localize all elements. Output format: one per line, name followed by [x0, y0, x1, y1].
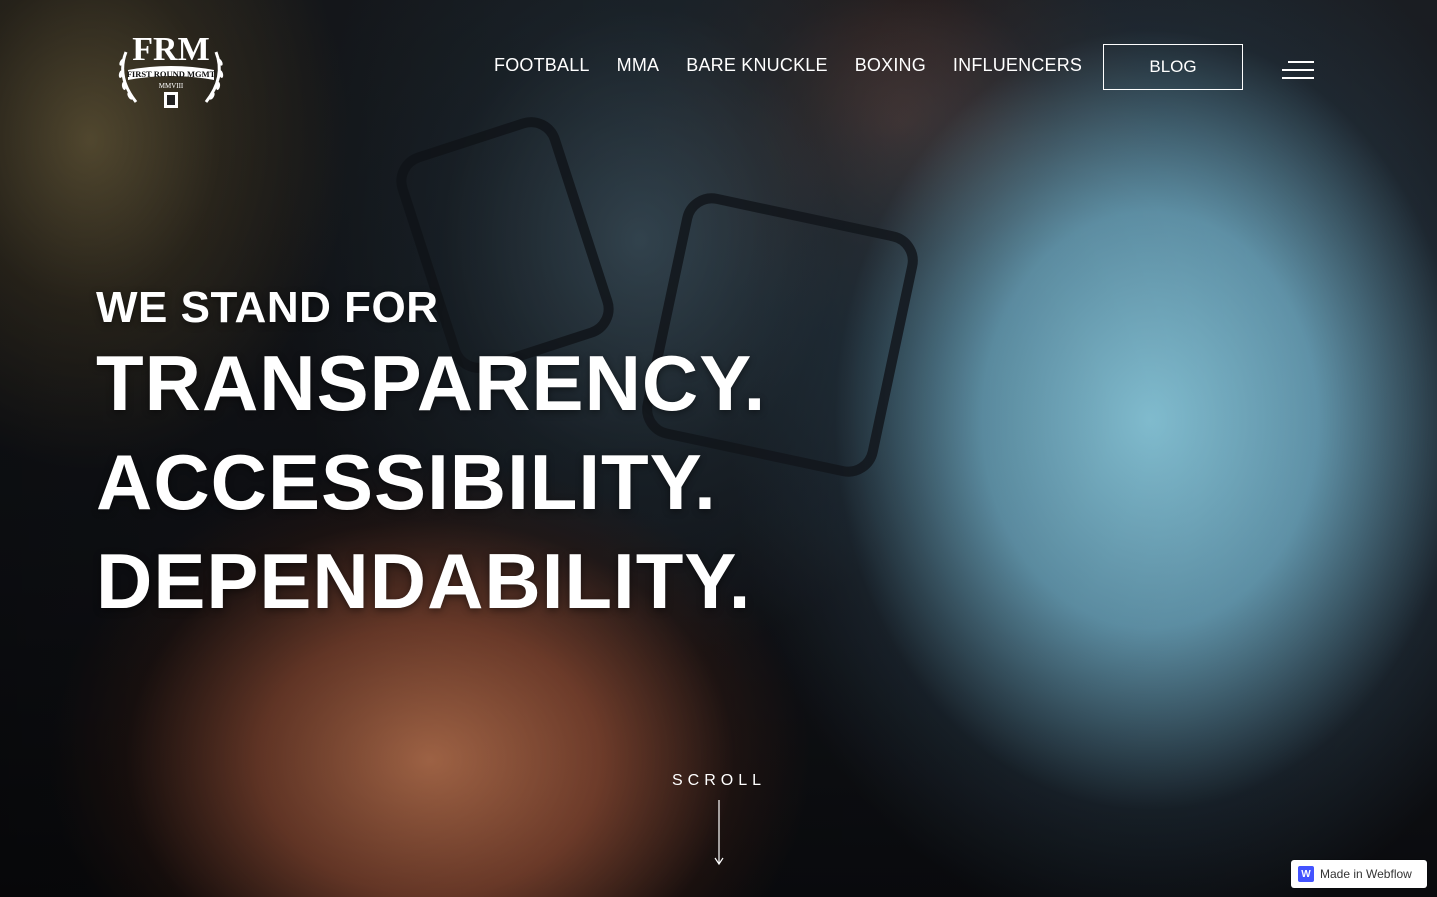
frm-logo[interactable]: FRM FIRST ROUND MGMT MMVIII [112, 22, 230, 114]
hero-kicker: WE STAND FOR [96, 283, 439, 332]
hero-headline: WE STAND FOR TRANSPARENCY. ACCESSIBILITY… [96, 282, 766, 631]
hero-word-accessibility: ACCESSIBILITY. [96, 438, 717, 526]
hamburger-menu-icon[interactable] [1280, 58, 1314, 82]
webflow-badge-label: Made in Webflow [1320, 867, 1412, 881]
logo-main-text: FRM [132, 31, 209, 68]
webflow-logo-icon: W [1298, 866, 1314, 882]
nav-link-mma[interactable]: MMA [617, 55, 660, 76]
scroll-down-arrow-icon[interactable] [712, 800, 726, 866]
main-nav: FOOTBALL MMA BARE KNUCKLE BOXING INFLUEN… [494, 55, 1082, 76]
made-in-webflow-badge[interactable]: W Made in Webflow [1291, 860, 1427, 888]
nav-link-influencers[interactable]: INFLUENCERS [953, 55, 1082, 76]
blog-button[interactable]: BLOG [1103, 44, 1243, 90]
hero-word-transparency: TRANSPARENCY. [96, 339, 767, 427]
hero-section: FRM FIRST ROUND MGMT MMVIII FOOTBALL MMA… [0, 0, 1437, 897]
scroll-label[interactable]: SCROLL [660, 772, 778, 790]
nav-link-football[interactable]: FOOTBALL [494, 55, 590, 76]
hero-word-dependability: DEPENDABILITY. [96, 537, 752, 625]
nav-link-bare-knuckle[interactable]: BARE KNUCKLE [686, 55, 827, 76]
nav-link-boxing[interactable]: BOXING [855, 55, 926, 76]
logo-roman-text: MMVIII [159, 82, 184, 90]
logo-banner-text: FIRST ROUND MGMT [127, 69, 216, 79]
